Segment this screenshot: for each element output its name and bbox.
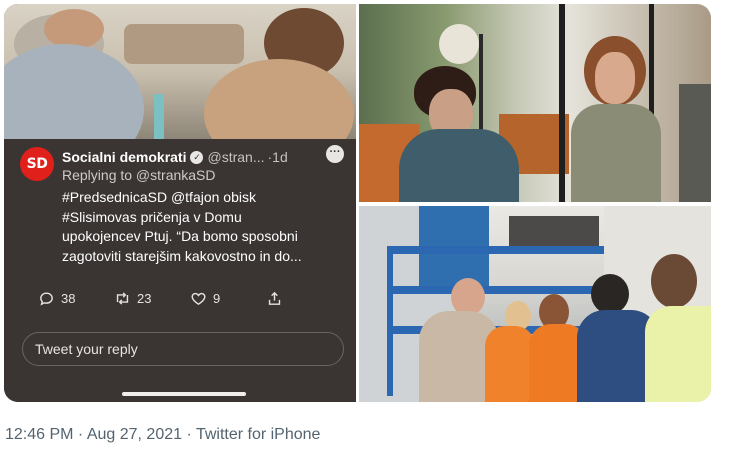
tweet-body-line: zagotoviti starejšim kakovostno in do... xyxy=(62,247,302,264)
author-name[interactable]: Socialni demokrati xyxy=(62,149,186,165)
tweet-body-line: #PredsednicaSD @tfajon obisk xyxy=(62,189,256,205)
photo-dining-room xyxy=(4,4,356,139)
tweet-timestamp[interactable]: 12:46 PM · Aug 27, 2021 · Twitter for iP… xyxy=(5,426,320,444)
verified-badge-icon: ✓ xyxy=(190,150,204,164)
retweet-count: 23 xyxy=(137,291,152,306)
tweet-header: Socialni demokrati ✓ @stran... ·1d xyxy=(62,147,352,167)
tweet-media-view: SD Socialni demokrati ✓ @stran... ·1d ··… xyxy=(0,0,735,455)
like-button[interactable]: 9 xyxy=(190,290,220,307)
avatar[interactable]: SD xyxy=(20,147,54,181)
media-tile-screenshot[interactable]: SD Socialni demokrati ✓ @stran... ·1d ··… xyxy=(4,4,356,402)
like-icon xyxy=(191,292,206,306)
tweet-body: #PredsednicaSD @tfajon obisk #Slisimovas… xyxy=(62,188,352,266)
reply-button[interactable]: 38 xyxy=(38,290,75,307)
author-handle[interactable]: @stran... xyxy=(207,149,264,165)
media-grid: SD Socialni demokrati ✓ @stran... ·1d ··… xyxy=(4,4,711,402)
media-tile-photo-factory[interactable] xyxy=(359,206,711,402)
replying-to[interactable]: Replying to @strankaSD xyxy=(62,167,216,183)
media-tile-photo-greeting[interactable] xyxy=(359,4,711,202)
retweet-button[interactable]: 23 xyxy=(114,290,151,307)
reply-count: 38 xyxy=(61,291,76,306)
more-options-icon[interactable]: ··· xyxy=(326,145,344,163)
tweet-actions: 38 23 9 xyxy=(38,290,298,310)
share-button[interactable] xyxy=(266,290,283,307)
retweet-icon xyxy=(116,292,129,305)
share-icon xyxy=(268,291,281,305)
tweet-body-line: #Slisimovas pričenja v Domu xyxy=(62,208,242,225)
home-indicator xyxy=(122,392,246,396)
tweet-time[interactable]: ·1d xyxy=(268,149,288,165)
reply-input[interactable]: Tweet your reply xyxy=(22,332,344,366)
tweet-body-line: upokojencev Ptuj. “Da bomo sposobni xyxy=(62,228,298,244)
like-count: 9 xyxy=(213,291,221,306)
reply-icon xyxy=(40,292,53,306)
